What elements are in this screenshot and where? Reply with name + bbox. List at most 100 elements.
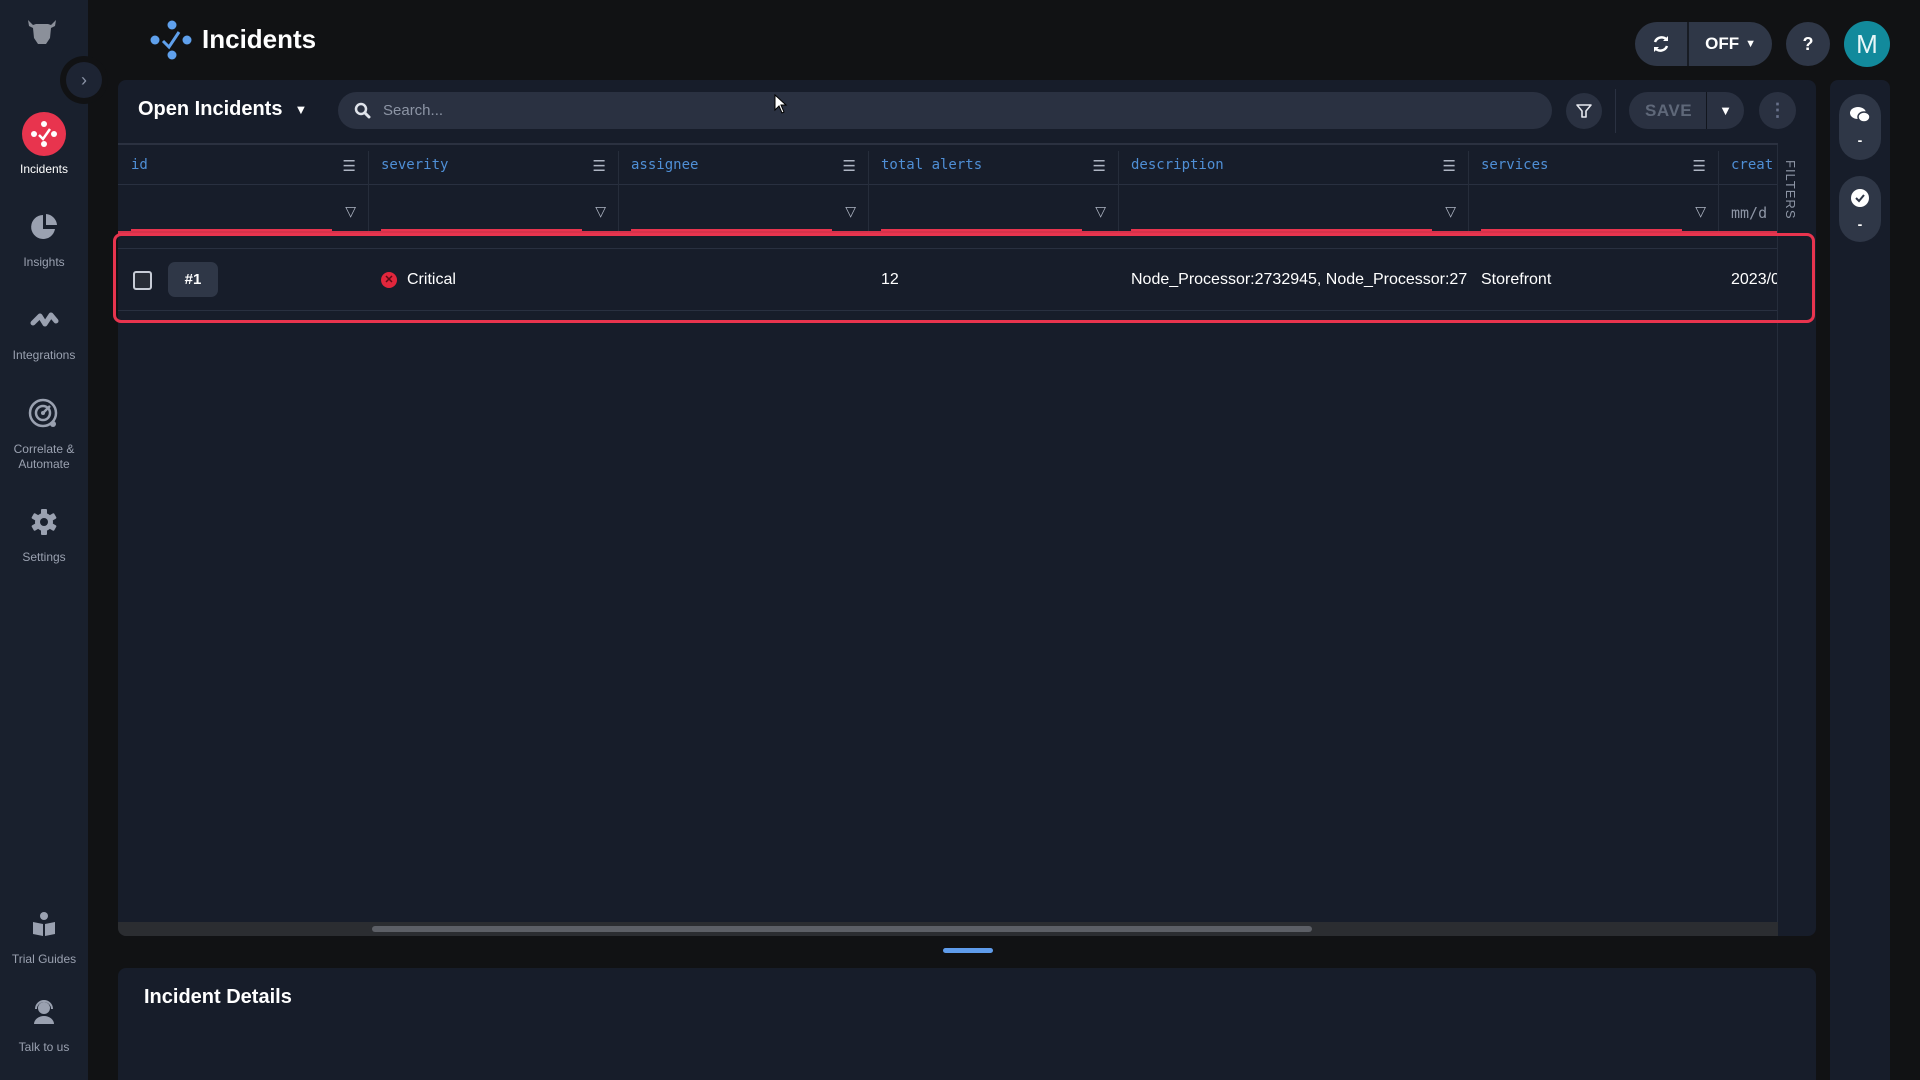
- sidebar-item-correlate-automate[interactable]: Correlate & Automate: [0, 392, 88, 472]
- incident-details-title: Incident Details: [144, 986, 292, 1008]
- caret-down-icon: ▼: [294, 102, 308, 117]
- filter-icon[interactable]: ▽: [1695, 203, 1706, 220]
- horizontal-scrollbar[interactable]: [118, 922, 1778, 936]
- right-rail: - -: [1830, 80, 1890, 1080]
- total-alerts-cell: 12: [881, 270, 899, 288]
- refresh-icon: [1653, 36, 1669, 52]
- bull-logo-icon[interactable]: [24, 16, 60, 46]
- sidebar-item-incidents[interactable]: Incidents: [0, 112, 88, 177]
- saved-view-label: Open Incidents: [138, 98, 283, 120]
- incidents-icon: [22, 112, 66, 156]
- caret-down-icon: ▼: [1719, 103, 1732, 118]
- caret-down-icon: ▼: [1745, 38, 1756, 50]
- filter-icon[interactable]: ▽: [345, 203, 356, 220]
- column-menu-icon[interactable]: ☰: [1693, 157, 1706, 175]
- filter-description[interactable]: ▽: [1118, 185, 1468, 233]
- column-header-services[interactable]: services ☰: [1468, 145, 1718, 184]
- filter-severity[interactable]: ▽: [368, 185, 618, 233]
- mouse-cursor-icon: [774, 94, 788, 114]
- column-header-total-alerts[interactable]: total alerts ☰: [868, 145, 1118, 184]
- incidents-title-icon: [150, 20, 192, 60]
- auto-refresh-dropdown[interactable]: OFF ▼: [1687, 22, 1772, 66]
- sidebar-item-settings[interactable]: Settings: [0, 500, 88, 565]
- user-avatar[interactable]: M: [1844, 21, 1890, 67]
- refresh-button[interactable]: [1635, 22, 1687, 66]
- services-cell: Storefront: [1481, 270, 1552, 288]
- sidebar-item-insights[interactable]: Insights: [0, 205, 88, 270]
- column-label: assignee: [631, 156, 699, 173]
- sidebar-item-trial-guides[interactable]: Trial Guides: [0, 902, 88, 967]
- sidebar-item-label: Insights: [23, 255, 65, 269]
- auto-refresh-value: OFF: [1705, 34, 1740, 53]
- pie-chart-icon: [22, 205, 66, 249]
- column-label: severity: [381, 156, 449, 173]
- column-header-id[interactable]: id ☰: [118, 145, 368, 184]
- filter-icon[interactable]: ▽: [595, 203, 606, 220]
- filter-services[interactable]: ▽: [1468, 185, 1718, 233]
- more-options-button[interactable]: ⋮: [1759, 92, 1796, 129]
- severity-cell: ✕ Critical: [381, 249, 611, 310]
- resolve-button[interactable]: -: [1839, 176, 1881, 242]
- resolved-count: -: [1857, 216, 1863, 232]
- filter-id[interactable]: ▽: [118, 185, 368, 233]
- help-button[interactable]: ?: [1786, 22, 1830, 66]
- gear-icon: [22, 500, 66, 544]
- book-reader-icon: [22, 902, 66, 946]
- filter-icon[interactable]: ▽: [845, 203, 856, 220]
- headset-icon: [22, 990, 66, 1034]
- column-label: id: [131, 156, 148, 173]
- filter-icon[interactable]: ▽: [1445, 203, 1456, 220]
- critical-x-icon: ✕: [381, 271, 397, 288]
- column-label: description: [1131, 156, 1224, 173]
- chevron-right-icon: ›: [81, 69, 87, 90]
- incidents-table-panel: Open Incidents ▼ SAVE ▼ ⋮ id ☰ severity ☰ …: [118, 80, 1816, 936]
- filter-total-alerts[interactable]: ▽: [868, 185, 1118, 233]
- column-menu-icon[interactable]: ☰: [843, 157, 856, 175]
- radar-icon: [22, 392, 66, 436]
- sidebar-item-talk-to-us[interactable]: Talk to us: [0, 990, 88, 1055]
- severity-label: Critical: [407, 270, 456, 288]
- saved-view-dropdown[interactable]: Open Incidents ▼: [138, 98, 307, 121]
- column-header-assignee[interactable]: assignee ☰: [618, 145, 868, 184]
- column-header-description[interactable]: description ☰: [1118, 145, 1468, 184]
- column-menu-icon[interactable]: ☰: [1443, 157, 1456, 175]
- toolbar-divider: [1615, 89, 1616, 133]
- column-menu-icon[interactable]: ☰: [1093, 157, 1106, 175]
- sidebar-item-label: Integrations: [12, 348, 76, 362]
- save-button[interactable]: SAVE: [1629, 92, 1706, 129]
- save-options-dropdown[interactable]: ▼: [1706, 92, 1744, 129]
- scrollbar-thumb[interactable]: [372, 926, 1312, 932]
- filter-icon[interactable]: ▽: [1095, 203, 1106, 220]
- sidebar-item-label: Talk to us: [18, 1040, 70, 1054]
- kebab-menu-icon: ⋮: [1768, 100, 1787, 120]
- column-label: total alerts: [881, 156, 983, 173]
- search-bar: [338, 92, 1552, 129]
- top-controls: OFF ▼ ? M: [1635, 21, 1890, 67]
- column-label: creat: [1731, 156, 1774, 173]
- page-title: Incidents: [202, 24, 317, 54]
- filter-created-date[interactable]: mm/d: [1718, 185, 1777, 233]
- row-checkbox[interactable]: [133, 271, 152, 290]
- comments-button[interactable]: -: [1839, 94, 1881, 160]
- description-cell: Node_Processor:2732945, Node_Processor:2…: [1131, 270, 1468, 288]
- column-menu-icon[interactable]: ☰: [343, 157, 356, 175]
- verified-check-icon: [1851, 189, 1869, 207]
- filters-side-tab[interactable]: FILTERS: [1783, 160, 1798, 220]
- chat-bubbles-icon: [1850, 107, 1871, 123]
- column-header-created[interactable]: creat: [1718, 145, 1777, 184]
- table-row[interactable]: #1 ✕ Critical 12 Node_Processor:2732945,…: [118, 248, 1777, 311]
- expand-sidebar-button[interactable]: ›: [66, 62, 102, 98]
- incident-details-panel: Incident Details: [118, 968, 1816, 1080]
- column-header-severity[interactable]: severity ☰: [368, 145, 618, 184]
- column-menu-icon[interactable]: ☰: [593, 157, 606, 175]
- date-filter-placeholder: mm/d: [1731, 204, 1768, 222]
- filter-assignee[interactable]: ▽: [618, 185, 868, 233]
- search-input[interactable]: [383, 102, 1483, 119]
- funnel-icon: [1576, 104, 1592, 118]
- incident-id-badge[interactable]: #1: [168, 262, 218, 297]
- sidebar-item-integrations[interactable]: Integrations: [0, 298, 88, 363]
- sidebar-item-label: Trial Guides: [11, 952, 77, 966]
- filter-button[interactable]: [1566, 93, 1602, 129]
- column-filter-row: ▽ ▽ ▽ ▽ ▽ ▽ mm/d: [118, 185, 1777, 233]
- panel-resize-handle[interactable]: [943, 948, 993, 953]
